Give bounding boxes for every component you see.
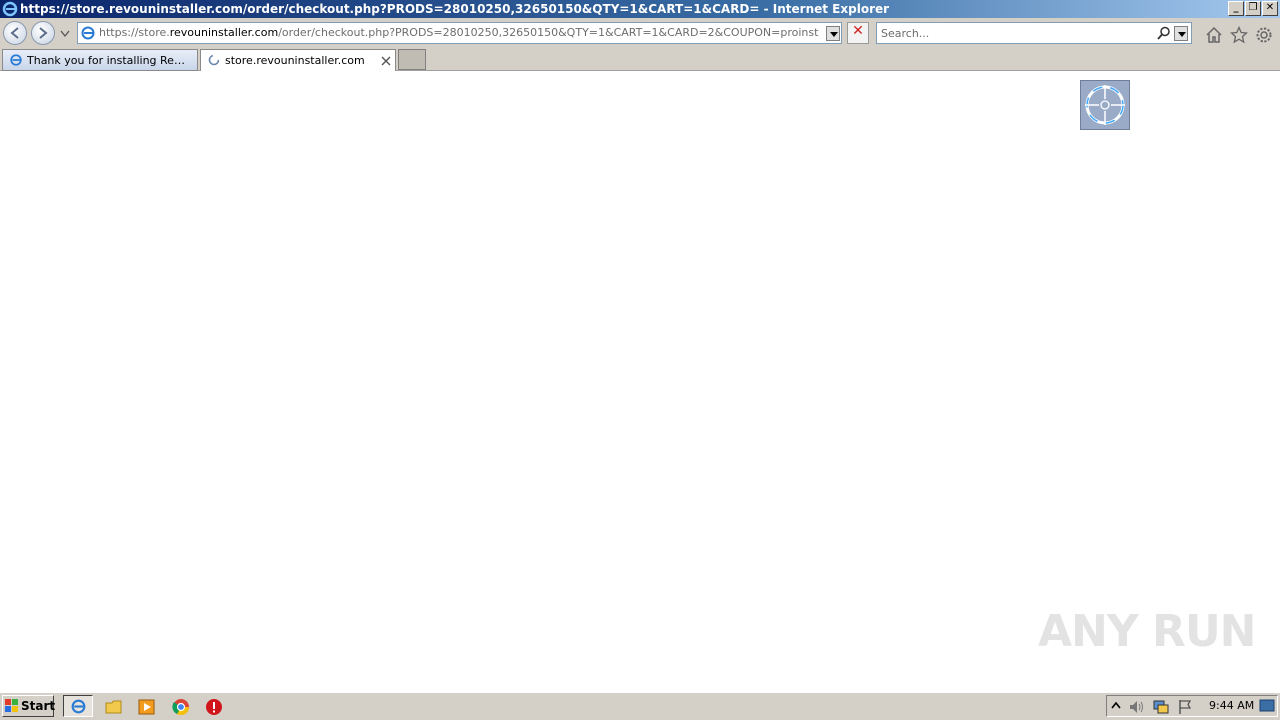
alert-app-icon[interactable] [205, 698, 223, 716]
back-arrow-icon [10, 27, 19, 39]
taskbar-ie-button[interactable] [63, 695, 93, 717]
show-desktop-icon[interactable] [1259, 699, 1275, 713]
windows-logo-icon [5, 699, 18, 712]
restore-button[interactable]: ❐ [1245, 1, 1261, 16]
favorites-star-icon[interactable] [1230, 26, 1248, 44]
show-hidden-icons-icon[interactable] [1110, 700, 1122, 714]
forward-arrow-icon [39, 27, 48, 39]
new-tab-button[interactable] [398, 49, 426, 70]
search-placeholder: Search... [881, 27, 930, 40]
action-center-flag-icon[interactable] [1177, 699, 1193, 715]
start-label: Start [21, 699, 56, 713]
forward-button[interactable] [31, 21, 55, 45]
window-titlebar: https://store.revouninstaller.com/order/… [0, 0, 1280, 18]
close-button[interactable]: ✕ [1262, 1, 1278, 16]
back-button[interactable] [3, 21, 27, 45]
media-player-icon[interactable] [138, 698, 156, 716]
network-icon[interactable] [1152, 699, 1170, 715]
address-bar[interactable]: https://store.revouninstaller.com/order/… [77, 22, 842, 44]
address-prefix: https://store. [99, 26, 170, 39]
page-ie-icon [81, 26, 95, 40]
gear-icon[interactable] [1255, 26, 1273, 44]
internet-explorer-icon [71, 699, 86, 714]
volume-icon[interactable] [1128, 699, 1146, 715]
tab-label: store.revouninstaller.com [225, 54, 365, 67]
search-dropdown-button[interactable] [1174, 26, 1188, 41]
address-dropdown-button[interactable] [826, 26, 840, 41]
address-suffix: /order/checkout.php?PRODS=28010250,32650… [278, 26, 819, 39]
minimize-button[interactable]: _ [1228, 1, 1244, 16]
loading-spinner-icon [208, 54, 220, 66]
watermark-logo: ANY RUN [1038, 606, 1256, 657]
taskbar [0, 692, 1280, 720]
internet-explorer-icon [2, 1, 18, 17]
tab-store[interactable]: store.revouninstaller.com [200, 49, 396, 71]
history-dropdown-icon[interactable] [60, 30, 70, 38]
address-domain: revouninstaller.com [169, 26, 279, 39]
tab-thank-you[interactable]: Thank you for installing Revo U... [2, 49, 198, 71]
page-content [0, 71, 1280, 692]
clock: 9:44 AM [1209, 699, 1255, 712]
search-icon[interactable] [1157, 26, 1171, 40]
window-title: https://store.revouninstaller.com/order/… [20, 2, 890, 16]
home-icon[interactable] [1205, 26, 1223, 44]
tab-ie-icon [10, 54, 22, 66]
tab-label: Thank you for installing Revo U... [27, 54, 187, 67]
crosshair-icon [1085, 85, 1125, 125]
search-box[interactable]: Search... [876, 22, 1192, 44]
start-button[interactable]: Start [2, 695, 56, 717]
stop-button[interactable]: ✕ [847, 22, 869, 44]
chrome-icon[interactable] [172, 698, 190, 716]
crosshair-widget[interactable] [1080, 80, 1130, 130]
address-text[interactable]: https://store.revouninstaller.com/order/… [99, 26, 819, 39]
close-tab-icon[interactable] [381, 56, 391, 66]
folder-icon[interactable] [105, 698, 123, 716]
